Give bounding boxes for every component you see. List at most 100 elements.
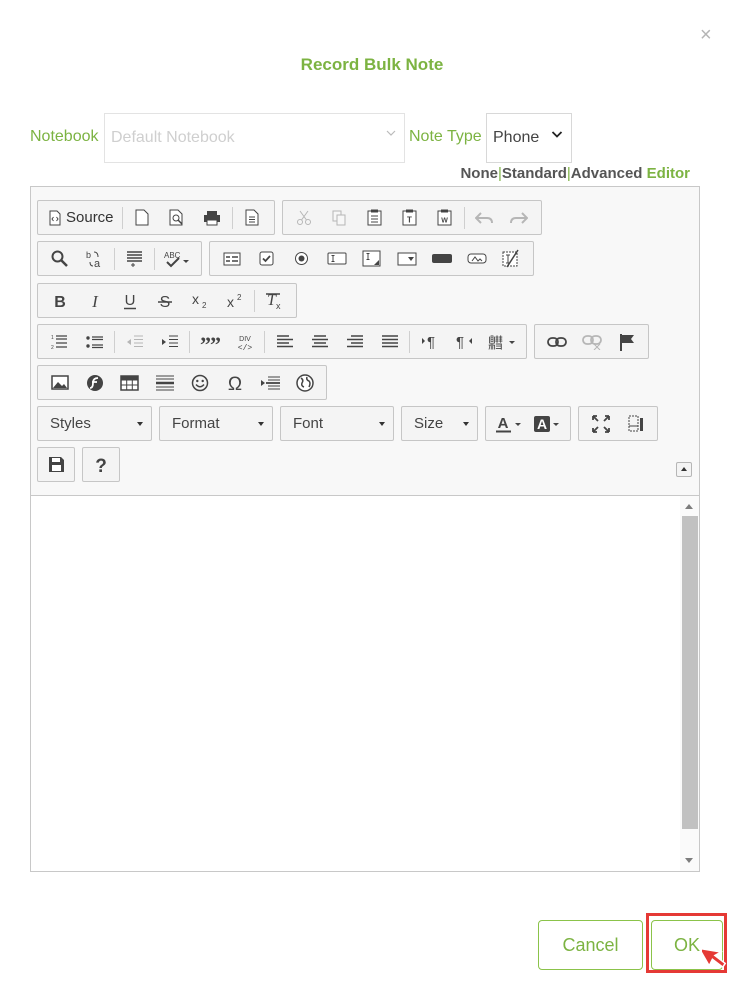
- bold-button[interactable]: B: [42, 285, 77, 316]
- horizontal-rule-button[interactable]: [147, 367, 182, 398]
- scroll-up-icon[interactable]: [685, 504, 693, 509]
- remove-format-button[interactable]: Tx: [257, 285, 292, 316]
- print-button[interactable]: [195, 202, 230, 233]
- save-button[interactable]: [38, 449, 74, 480]
- div-button[interactable]: DIV </>: [227, 326, 262, 357]
- mode-standard[interactable]: Standard: [502, 165, 567, 182]
- paste-button[interactable]: [357, 202, 392, 233]
- hidden-field-button[interactable]: [494, 243, 529, 274]
- image-button-button[interactable]: [459, 243, 494, 274]
- smiley-button[interactable]: [182, 367, 217, 398]
- new-page-button[interactable]: [125, 202, 160, 233]
- text-color-button[interactable]: A: [490, 408, 528, 439]
- caret-down-icon: [379, 421, 385, 426]
- notebook-select[interactable]: Default Notebook: [104, 113, 405, 163]
- svg-text:¶: ¶: [456, 334, 464, 349]
- preview-button[interactable]: [160, 202, 195, 233]
- redo-button[interactable]: [502, 202, 537, 233]
- bulleted-list-button[interactable]: [77, 326, 112, 357]
- styles-combo[interactable]: Styles: [37, 406, 152, 441]
- copy-button[interactable]: [322, 202, 357, 233]
- unlink-button[interactable]: [574, 326, 609, 357]
- find-button[interactable]: [42, 243, 77, 274]
- toolbar-group-about: ?: [82, 447, 120, 482]
- special-char-button[interactable]: Ω: [217, 367, 252, 398]
- toolbar-group-paragraph: 12 ”” DIV</> ¶ ¶ 䵻: [37, 324, 527, 359]
- maximize-button[interactable]: [583, 408, 618, 439]
- templates-button[interactable]: [235, 202, 270, 233]
- editor-scrollbar[interactable]: [680, 496, 699, 871]
- anchor-button[interactable]: [609, 326, 644, 357]
- source-button[interactable]: Source: [42, 202, 120, 233]
- source-icon: [49, 210, 61, 225]
- underline-icon: U: [123, 292, 136, 309]
- templates-icon: [245, 209, 259, 226]
- indent-button[interactable]: [152, 326, 187, 357]
- cut-button[interactable]: [287, 202, 322, 233]
- outdent-button[interactable]: [117, 326, 152, 357]
- preview-icon: [169, 209, 183, 226]
- scrollbar-thumb[interactable]: [682, 516, 698, 829]
- rtl-button[interactable]: ¶: [447, 326, 482, 357]
- ltr-button[interactable]: ¶: [412, 326, 447, 357]
- format-combo[interactable]: Format: [159, 406, 273, 441]
- svg-text:x: x: [227, 294, 234, 309]
- svg-text:B: B: [54, 294, 66, 309]
- justify-button[interactable]: [372, 326, 407, 357]
- iframe-button[interactable]: [287, 367, 322, 398]
- show-blocks-button[interactable]: [618, 408, 653, 439]
- subscript-button[interactable]: x2: [182, 285, 217, 316]
- mode-editor-label: Editor: [646, 165, 690, 182]
- align-right-button[interactable]: [337, 326, 372, 357]
- paste-text-button[interactable]: T: [392, 202, 427, 233]
- collapse-toolbar-button[interactable]: [676, 462, 692, 477]
- link-button[interactable]: [539, 326, 574, 357]
- underline-button[interactable]: U: [112, 285, 147, 316]
- horizontal-rule-icon: [155, 375, 174, 390]
- superscript-button[interactable]: x2: [217, 285, 252, 316]
- mode-none[interactable]: None: [460, 165, 498, 182]
- image-button[interactable]: [42, 367, 77, 398]
- paste-word-button[interactable]: W: [427, 202, 462, 233]
- svg-text:DIV: DIV: [239, 336, 251, 343]
- strike-button[interactable]: S: [147, 285, 182, 316]
- bg-color-button[interactable]: A: [528, 408, 566, 439]
- div-icon: DIV</>: [237, 336, 252, 351]
- mode-advanced[interactable]: Advanced: [571, 165, 643, 182]
- align-left-button[interactable]: [267, 326, 302, 357]
- flash-button[interactable]: [77, 367, 112, 398]
- cancel-button[interactable]: Cancel: [538, 920, 643, 970]
- italic-button[interactable]: I: [77, 285, 112, 316]
- align-center-button[interactable]: [302, 326, 337, 357]
- font-combo[interactable]: Font: [280, 406, 394, 441]
- close-icon[interactable]: ×: [700, 24, 712, 47]
- note-type-select[interactable]: Phone: [486, 113, 572, 163]
- replace-button[interactable]: ba: [77, 243, 112, 274]
- language-button[interactable]: 䵻: [482, 326, 522, 357]
- undo-button[interactable]: [467, 202, 502, 233]
- spellcheck-button[interactable]: ABC: [157, 243, 197, 274]
- scroll-down-icon[interactable]: [685, 858, 693, 863]
- textfield-button[interactable]: [319, 243, 354, 274]
- editor-content-area[interactable]: [31, 495, 699, 871]
- blockquote-button[interactable]: ””: [192, 326, 227, 357]
- save-icon: [48, 457, 64, 472]
- form-button[interactable]: [214, 243, 249, 274]
- align-left-icon: [276, 335, 293, 348]
- svg-text:2: 2: [237, 293, 242, 302]
- select-all-button[interactable]: [117, 243, 152, 274]
- radio-button[interactable]: [284, 243, 319, 274]
- table-button[interactable]: [112, 367, 147, 398]
- rtl-icon: ¶: [456, 334, 472, 349]
- svg-text:U: U: [124, 292, 135, 309]
- checkbox-button[interactable]: [249, 243, 284, 274]
- select-field-button[interactable]: [389, 243, 424, 274]
- numbered-list-button[interactable]: 12: [42, 326, 77, 357]
- page-break-button[interactable]: [252, 367, 287, 398]
- smiley-icon: [191, 374, 208, 391]
- size-combo[interactable]: Size: [401, 406, 478, 441]
- textarea-button[interactable]: [354, 243, 389, 274]
- copy-icon: [332, 210, 346, 225]
- help-button[interactable]: ?: [83, 449, 119, 480]
- button-button[interactable]: [424, 243, 459, 274]
